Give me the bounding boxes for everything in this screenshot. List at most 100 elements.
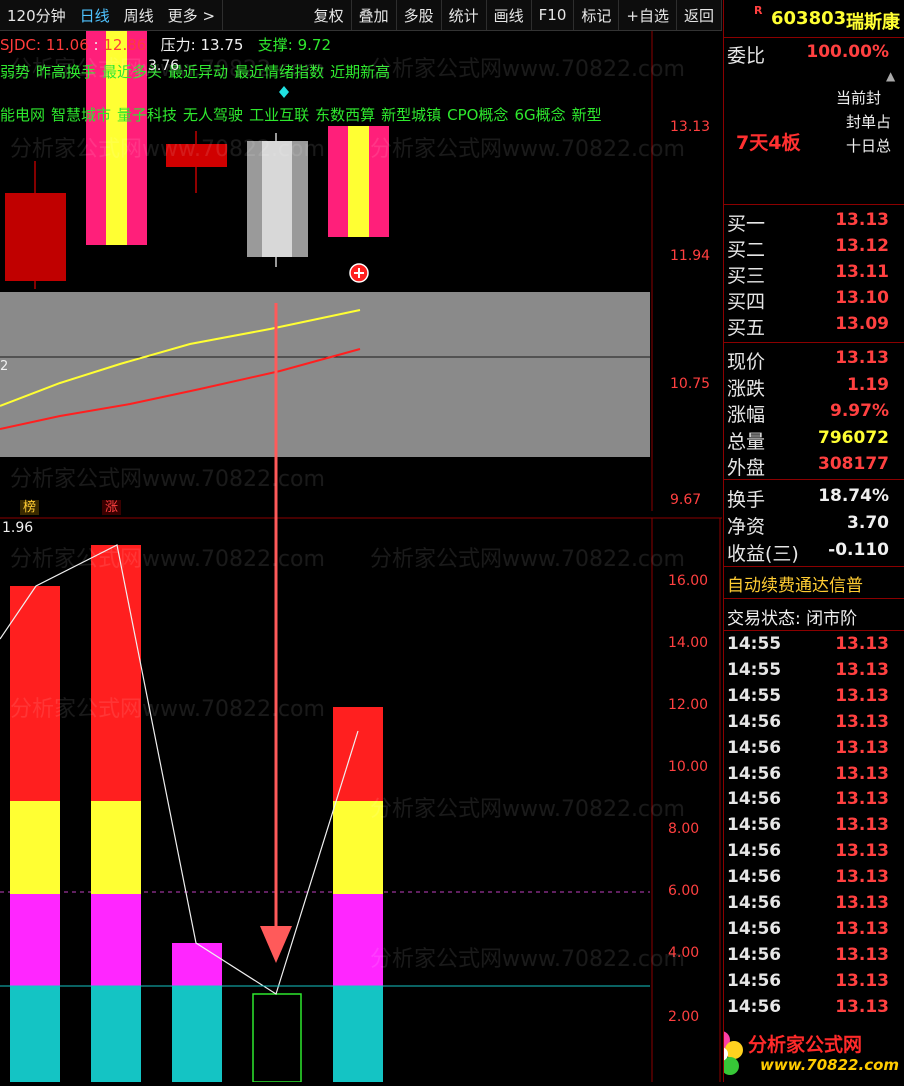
- tick-row: 14:55 13.13: [724, 658, 904, 684]
- indicator-value-2: 12.86: [103, 36, 147, 54]
- concept-tag[interactable]: 能电网: [0, 106, 45, 124]
- concept-tag[interactable]: 新型: [572, 106, 602, 124]
- quote-label: 涨幅: [727, 404, 766, 426]
- tick-price: 13.13: [835, 944, 889, 965]
- lower-bar-1-seg-2: [91, 894, 141, 986]
- tick-price: 13.13: [835, 763, 889, 784]
- bids-label: 买五: [727, 317, 766, 339]
- diamond-marker-icon: [279, 86, 289, 98]
- toolbar-item-8[interactable]: 画线: [487, 0, 532, 30]
- pressure-value: 13.75: [200, 36, 244, 54]
- quote-label: 外盘: [727, 457, 766, 479]
- quote-value: 1.19: [847, 374, 889, 395]
- axis-label: 14.00: [668, 635, 709, 651]
- collapse-icon[interactable]: ▲: [886, 69, 895, 83]
- indicator-name: SJDC:: [0, 36, 42, 54]
- concept-tag[interactable]: 最近情绪指数: [234, 63, 324, 81]
- tick-row: 14:56 13.13: [724, 710, 904, 736]
- webi-row: 委比 100.00%: [724, 40, 904, 67]
- toolbar-item-7[interactable]: 统计: [442, 0, 487, 30]
- quote-panel: R 603803 瑞斯康 委比 100.00% ▲ 当前封 封单占 十日总 7天…: [723, 0, 904, 1082]
- concept-tag[interactable]: 无人驾驶: [183, 106, 243, 124]
- toolbar-item-6[interactable]: 多股: [397, 0, 442, 30]
- r-mark: R: [754, 4, 763, 17]
- tick-time: 14:56: [727, 789, 782, 810]
- lower-bar-3-seg-3: [333, 986, 383, 1082]
- concept-tag[interactable]: 工业互联: [249, 106, 309, 124]
- bids-row: 买五 13.09: [724, 312, 904, 339]
- axis-label: 10.00: [668, 759, 709, 775]
- fin-row: 换手 18.74%: [724, 484, 904, 511]
- axis-label: 9.67: [670, 492, 702, 508]
- tick-price: 13.13: [835, 634, 889, 654]
- fin-label: 收益(三): [727, 543, 799, 565]
- concept-tag[interactable]: 东数西算: [315, 106, 375, 124]
- fin-row: 净资 3.70: [724, 511, 904, 538]
- indicator-value-1: 11.06: [45, 36, 89, 54]
- quote-row: 总量 796072: [724, 426, 904, 453]
- toolbar-item-0[interactable]: 120分钟: [0, 0, 73, 30]
- chart-canvas[interactable]: [0, 31, 722, 1083]
- tick-row: 14:56 13.13: [724, 813, 904, 839]
- concept-tags-row-1: 弱势 昨高换手 最近多头 最近异动 最近情绪指数 近期新高: [0, 61, 396, 82]
- concept-tag[interactable]: 智慧城市: [51, 106, 111, 124]
- note-2: 封单占: [846, 113, 892, 131]
- concept-tag[interactable]: 量子科技: [117, 106, 177, 124]
- tick-price: 13.13: [835, 970, 889, 991]
- concept-tag[interactable]: 近期新高: [330, 63, 390, 81]
- concept-tag[interactable]: 昨高换手: [36, 63, 96, 81]
- quote-value: 9.97%: [830, 401, 889, 421]
- toolbar-item-5[interactable]: 叠加: [352, 0, 397, 30]
- indicator-line: SJDC: 11.06 : 12.86 压力: 13.75 支撑: 9.72: [0, 34, 331, 55]
- axis-label: 6.00: [668, 883, 700, 899]
- toolbar-item-10[interactable]: 标记: [574, 0, 620, 30]
- toolbar-item-12[interactable]: 返回: [677, 0, 722, 30]
- bids-row: 买二 13.12: [724, 234, 904, 261]
- tick-time: 14:56: [727, 867, 782, 888]
- tick-price: 13.13: [835, 789, 889, 810]
- period-toolbar: 120分钟 日线 周线 更多 > 复权 叠加 多股 统计 画线 F10 标记 +自选 返回: [0, 0, 722, 31]
- axis-label: 4.00: [668, 945, 700, 961]
- stock-header[interactable]: R 603803 瑞斯康: [724, 0, 904, 34]
- concept-tag[interactable]: 弱势: [0, 63, 30, 81]
- trade-status: 交易状态: 闭市阶: [727, 609, 858, 629]
- lower-bar-2-seg-1: [172, 986, 222, 1082]
- tick-price: 13.13: [835, 893, 889, 913]
- tick-time: 14:55: [727, 634, 782, 654]
- toolbar-item-4[interactable]: 复权: [307, 0, 352, 30]
- bids-row: 买四 13.10: [724, 286, 904, 313]
- concept-tags-row-2: 能电网 智慧城市 量子科技 无人驾驶 工业互联 东数西算 新型城镇 CPO概念 6G概念 新型: [0, 104, 608, 125]
- toolbar-item-9[interactable]: F10: [532, 0, 575, 30]
- quote-value: 308177: [818, 454, 889, 474]
- bids-label: 买二: [727, 239, 766, 261]
- tick-time: 14:56: [727, 893, 782, 913]
- tick-row: 14:56 13.13: [724, 762, 904, 788]
- quote-row: 外盘 308177: [724, 452, 904, 479]
- promo-text[interactable]: 自动续费通达信普: [727, 571, 863, 596]
- lower-bar-2-seg-0: [172, 943, 222, 986]
- ma-left-label: 2: [0, 359, 9, 374]
- concept-tag[interactable]: 6G概念: [514, 106, 565, 124]
- toolbar-item-3[interactable]: 更多 >: [161, 0, 224, 30]
- toolbar-item-2[interactable]: 周线: [117, 0, 161, 30]
- concept-tag[interactable]: 新型城镇: [381, 106, 441, 124]
- bids-value: 13.09: [835, 314, 889, 334]
- toolbar-item-11[interactable]: +自选: [619, 0, 677, 30]
- fin-label: 净资: [727, 516, 766, 538]
- kline-chart[interactable]: SJDC: 11.06 : 12.86 压力: 13.75 支撑: 9.72 弱…: [0, 31, 722, 1083]
- quote-label: 涨跌: [727, 377, 766, 400]
- axis-label: 13.13: [670, 119, 711, 135]
- quote-label: 现价: [727, 351, 766, 373]
- tick-price: 13.13: [835, 711, 889, 732]
- note-3: 十日总: [846, 137, 892, 155]
- tick-time: 14:56: [727, 737, 782, 758]
- support-value: 9.72: [297, 36, 331, 54]
- toolbar-item-1[interactable]: 日线: [73, 0, 117, 30]
- axis-label: 8.00: [668, 821, 700, 837]
- overlay-value: 3.76: [148, 58, 180, 74]
- fin-value: 18.74%: [818, 486, 889, 506]
- concept-tag[interactable]: CPO概念: [447, 106, 508, 124]
- axis-label: 12.00: [668, 697, 709, 713]
- tick-time: 14:56: [727, 970, 782, 991]
- bids-value: 13.13: [835, 210, 889, 230]
